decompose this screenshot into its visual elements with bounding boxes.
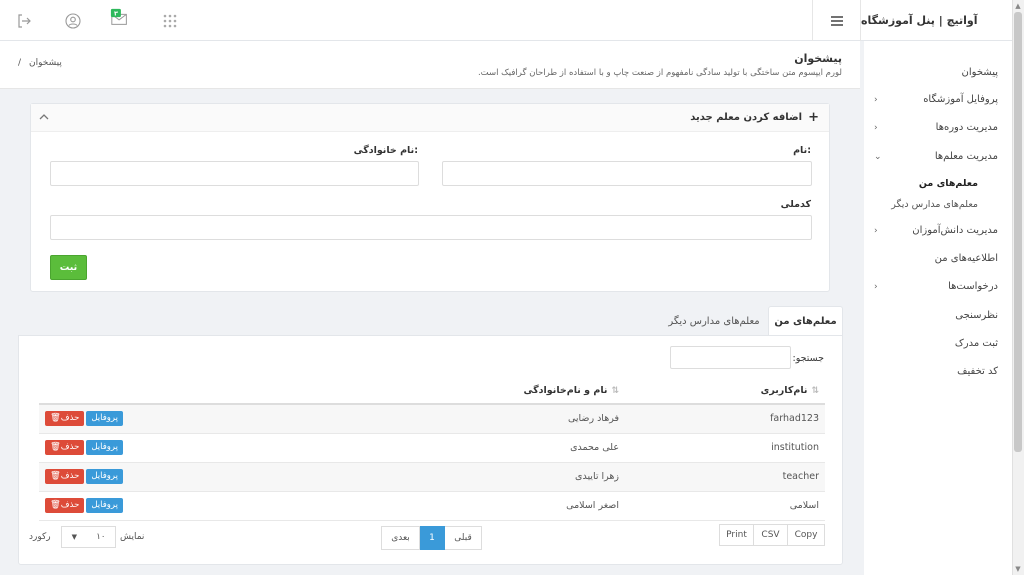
table-header-row: ⇅نام‌کاربری ⇅نام و نام‌خانوادگی (39, 378, 825, 405)
user-icon[interactable] (63, 11, 83, 31)
chevron-left-icon: ‹ (874, 225, 878, 236)
chevron-up-icon[interactable] (37, 110, 51, 124)
chevron-down-icon: ⌄ (874, 151, 882, 162)
sidebar-item-announcements[interactable]: اطلاعیه‌های من (874, 253, 998, 264)
sidebar-item-courses[interactable]: مدیریت دوره‌ها ‹ (874, 122, 998, 133)
scrollbar[interactable]: ▲ ▼ (1012, 0, 1024, 575)
sort-icon: ⇅ (811, 386, 819, 396)
table-row: farhad123 فرهاد رضایی 🗑حذف پروفایل (39, 404, 825, 434)
sort-icon: ⇅ (611, 386, 619, 396)
page-title: پیشخوان (794, 52, 842, 65)
teachers-table-card: جستجو: ⇅نام‌کاربری ⇅نام و نام‌خانوادگی f… (18, 335, 843, 565)
submit-button[interactable]: ثبت (50, 255, 87, 280)
caret-down-icon: ▼ (71, 533, 78, 541)
trash-icon: 🗑 (50, 442, 61, 452)
search-input[interactable] (670, 346, 791, 369)
trash-icon: 🗑 (50, 500, 61, 510)
cell-actions: 🗑حذف پروفایل (39, 433, 305, 463)
cell-username: farhad123 (625, 404, 825, 434)
brand-title: آواتیچ | پنل آموزشگاه (860, 0, 1012, 41)
sidebar-item-certificate[interactable]: ثبت مدرک (874, 338, 998, 349)
column-header-fullname[interactable]: ⇅نام و نام‌خانوادگی (305, 378, 625, 405)
cell-username: اسلامی (625, 491, 825, 521)
sidebar-item-discount[interactable]: کد تخفیف (874, 366, 998, 377)
add-teacher-card: + اضافه کردن معلم جدید نام: نام خانوادگی… (30, 103, 830, 292)
sidebar-item-students[interactable]: مدیریت دانش‌آموزان ‹ (874, 225, 998, 236)
menu-toggle-button[interactable] (812, 0, 860, 41)
sidebar-subitem-other-teachers[interactable]: معلم‌های مدارس دیگر (891, 199, 978, 210)
last-name-input[interactable] (50, 161, 419, 186)
cell-actions: 🗑حذف پروفایل (39, 491, 305, 521)
card-header: + اضافه کردن معلم جدید (31, 104, 829, 132)
profile-button[interactable]: پروفایل (86, 440, 123, 455)
page-header: پیشخوان لورم ایپسوم متن ساختگی با تولید … (0, 41, 860, 89)
profile-button[interactable]: پروفایل (86, 411, 123, 427)
page-length-select[interactable]: ۱۰ ▼ (61, 526, 116, 548)
logout-icon[interactable] (14, 11, 34, 31)
chevron-left-icon: ‹ (874, 122, 878, 133)
table-row: institution علی محمدی 🗑حذف پروفایل (39, 433, 825, 463)
delete-button[interactable]: 🗑حذف (45, 498, 85, 513)
messages-icon[interactable]: ۳ (110, 8, 130, 28)
sidebar-item-dashboard[interactable]: پیشخوان (874, 67, 998, 78)
cell-username: teacher (625, 462, 825, 492)
show-label: نمایش (120, 532, 145, 542)
sidebar-item-survey[interactable]: نظرسنجی (874, 310, 998, 321)
cell-username: institution (625, 433, 825, 463)
column-header-actions (39, 378, 305, 405)
card-title: + اضافه کردن معلم جدید (690, 110, 819, 125)
svg-text:۳: ۳ (114, 10, 118, 17)
scroll-down-icon[interactable]: ▼ (1014, 565, 1022, 573)
cell-fullname: اصغر اسلامی (305, 491, 625, 521)
cell-fullname: فرهاد رضایی (305, 404, 625, 434)
delete-button[interactable]: 🗑حذف (45, 411, 85, 427)
records-label: رکورد (29, 532, 51, 542)
delete-button[interactable]: 🗑حذف (45, 469, 85, 484)
teachers-table: ⇅نام‌کاربری ⇅نام و نام‌خانوادگی farhad12… (39, 378, 825, 521)
cell-actions: 🗑حذف پروفایل (39, 404, 305, 434)
last-name-label: نام خانوادگی: (353, 145, 418, 156)
page-subtitle: لورم ایپسوم متن ساختگی با تولید سادگی نا… (477, 68, 842, 78)
trash-icon: 🗑 (50, 471, 61, 481)
breadcrumb: پیشخوان / (18, 58, 62, 68)
hamburger-icon (830, 15, 843, 26)
profile-button[interactable]: پروفایل (86, 498, 123, 513)
first-name-label: نام: (793, 145, 811, 156)
table-row: اسلامی اصغر اسلامی 🗑حذف پروفایل (39, 491, 825, 521)
csv-button[interactable]: CSV (753, 524, 788, 546)
next-page-button[interactable]: بعدی (381, 526, 420, 550)
first-name-input[interactable] (442, 161, 812, 186)
chevron-left-icon: ‹ (874, 281, 878, 292)
breadcrumb-item[interactable]: پیشخوان (29, 58, 62, 68)
sidebar-item-teachers[interactable]: مدیریت معلم‌ها ⌄ (874, 151, 998, 162)
search-label: جستجو: (792, 353, 824, 364)
plus-icon: + (808, 110, 819, 125)
national-code-input[interactable] (50, 215, 812, 240)
sidebar: پیشخوان پروفایل آموزشگاه ‹ مدیریت دوره‌ها… (864, 41, 1012, 575)
sidebar-subitem-my-teachers[interactable]: معلم‌های من (919, 178, 978, 189)
sidebar-item-school-profile[interactable]: پروفایل آموزشگاه ‹ (874, 94, 998, 105)
table-row: teacher زهرا تاییدی 🗑حذف پروفایل (39, 462, 825, 492)
prev-page-button[interactable]: قبلی (444, 526, 482, 550)
cell-fullname: زهرا تاییدی (305, 462, 625, 492)
top-bar: ۳ آواتیچ | پنل آموزشگاه (0, 0, 1012, 41)
print-button[interactable]: Print (719, 524, 754, 546)
scroll-thumb[interactable] (1014, 12, 1022, 452)
delete-button[interactable]: 🗑حذف (45, 440, 85, 455)
cell-fullname: علی محمدی (305, 433, 625, 463)
trash-icon: 🗑 (50, 413, 61, 424)
breadcrumb-separator: / (18, 58, 22, 68)
page-1-button[interactable]: 1 (419, 526, 445, 550)
tab-other-teachers[interactable]: معلم‌های مدارس دیگر (664, 306, 764, 336)
column-header-username[interactable]: ⇅نام‌کاربری (625, 378, 825, 405)
scroll-up-icon[interactable]: ▲ (1014, 2, 1022, 10)
apps-grid-icon[interactable] (160, 11, 180, 31)
national-code-label: کدملی (780, 199, 811, 210)
copy-button[interactable]: Copy (787, 524, 825, 546)
sidebar-item-requests[interactable]: درخواست‌ها ‹ (874, 281, 998, 292)
cell-actions: 🗑حذف پروفایل (39, 462, 305, 492)
chevron-left-icon: ‹ (874, 94, 878, 105)
profile-button[interactable]: پروفایل (86, 469, 123, 484)
tab-my-teachers[interactable]: معلم‌های من (768, 306, 843, 336)
